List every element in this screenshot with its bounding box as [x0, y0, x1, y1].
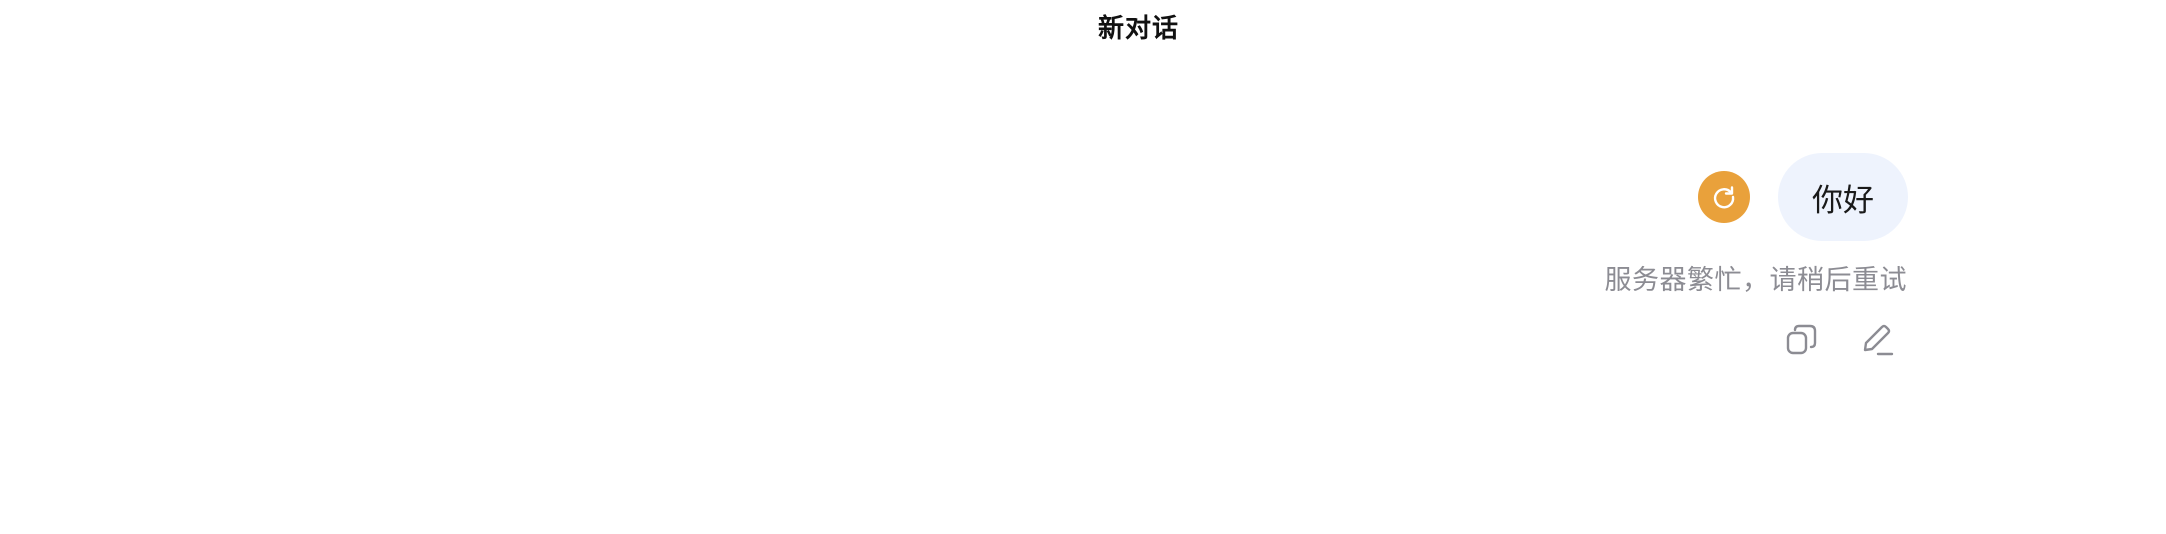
copy-icon — [1786, 324, 1817, 355]
edit-button[interactable] — [1855, 318, 1899, 362]
refresh-icon — [1713, 186, 1735, 209]
chat-page: 新对话 你好 服务器繁忙，请稍后重试 — [0, 0, 2166, 534]
edit-icon — [1863, 324, 1894, 356]
user-message-bubble: 你好 — [1778, 153, 1908, 241]
page-title: 新对话 — [1097, 14, 1179, 44]
retry-button[interactable] — [1698, 171, 1750, 223]
copy-button[interactable] — [1780, 318, 1824, 362]
error-message: 服务器繁忙，请稍后重试 — [1604, 265, 1907, 296]
user-message-text: 你好 — [1812, 182, 1874, 219]
